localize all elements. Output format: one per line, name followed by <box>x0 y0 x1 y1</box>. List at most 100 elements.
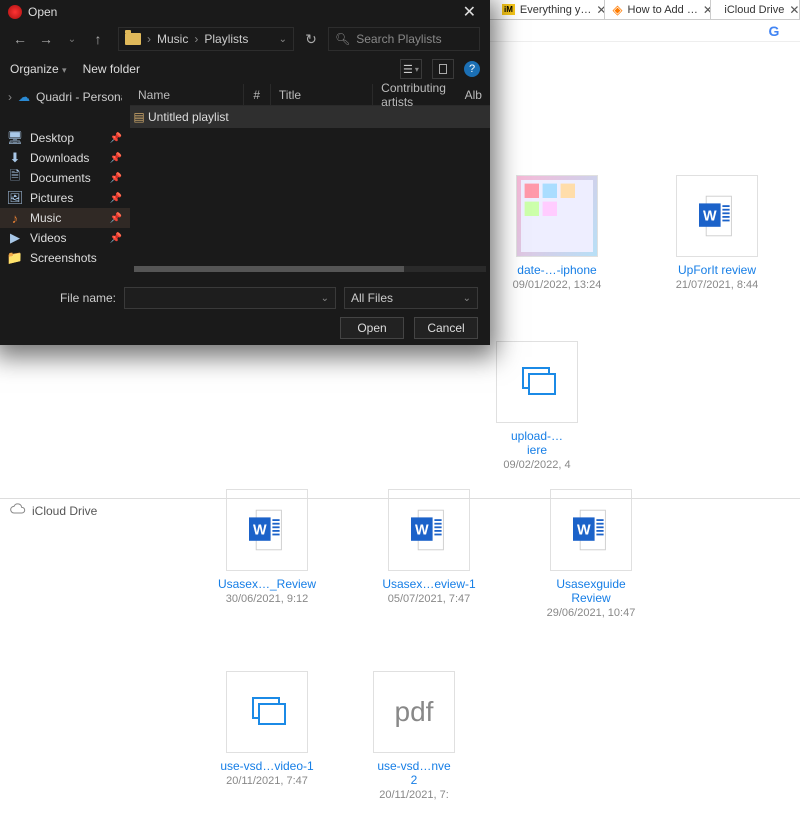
chevron-down-icon[interactable]: ⌄ <box>321 293 329 304</box>
forward-button[interactable]: → <box>36 29 56 49</box>
pin-icon: 📌 <box>110 213 122 224</box>
file-name-input[interactable]: ⌄ <box>124 287 336 309</box>
dialog-nav: ← → ⌄ ↑ › Music › Playlists ⌄ ↻ 🔍︎ Searc… <box>0 24 490 54</box>
crumb-playlists[interactable]: Playlists <box>204 32 248 46</box>
chevron-right-icon: › <box>147 32 151 46</box>
sidebar-item-documents[interactable]: 🗎Documents📌 <box>0 168 130 188</box>
sidebar-item-label: Music <box>30 211 61 225</box>
file-date: 09/02/2022, 4 <box>503 459 570 471</box>
tab-everything[interactable]: iM Everything y… ✕ <box>494 0 605 19</box>
file-card[interactable]: pdf use-vsd…nve 2 20/11/2021, 7: <box>374 671 454 801</box>
sidebar-item-label: Videos <box>30 231 66 245</box>
cloud-icon <box>10 503 26 518</box>
file-name-label: File name: <box>12 291 116 305</box>
close-icon[interactable]: ✕ <box>596 3 604 17</box>
back-button[interactable]: ← <box>10 29 30 49</box>
file-name: UpForIt review <box>678 263 756 277</box>
chevron-down-icon[interactable]: ⌄ <box>62 29 82 49</box>
col-artists[interactable]: Contributing artists <box>373 84 456 105</box>
list-item[interactable]: ▤ Untitled playlist <box>130 106 490 128</box>
file-name: Usasex…eview-1 <box>382 577 475 591</box>
desktop-icon: 🖥 <box>8 131 22 145</box>
sidebar-item-label: Desktop <box>30 131 74 145</box>
tab-iclouddrive[interactable]: iCloud Drive ✕ <box>711 0 800 19</box>
up-button[interactable]: ↑ <box>88 29 108 49</box>
horizontal-scrollbar[interactable] <box>130 266 490 274</box>
document-icon: 🗎 <box>8 171 22 185</box>
file-card[interactable]: W UpForIt review 21/07/2021, 8:44 <box>662 175 772 291</box>
file-date: 30/06/2021, 9:12 <box>226 593 309 605</box>
pin-icon: 📌 <box>110 233 122 244</box>
new-folder-button[interactable]: New folder <box>83 62 140 76</box>
file-date: 09/01/2022, 13:24 <box>513 279 602 291</box>
folder-icon: 📁 <box>8 251 22 265</box>
file-name: Usasex…_Review <box>218 577 316 591</box>
chevron-down-icon[interactable]: ⌄ <box>279 34 287 45</box>
file-name: date-…-iphone <box>517 263 596 277</box>
video-icon: ▶ <box>8 231 22 245</box>
chevron-down-icon[interactable]: ⌄ <box>463 293 471 304</box>
close-icon[interactable]: ✕ <box>457 2 482 22</box>
google-icon[interactable]: G <box>766 23 782 39</box>
pin-icon: 📌 <box>110 173 122 184</box>
list-header[interactable]: Name # Title Contributing artists Alb <box>130 84 490 106</box>
thumb-pdf-icon: pdf <box>373 671 455 753</box>
file-card[interactable]: upload-…iere 09/02/2022, 4 <box>502 341 572 471</box>
file-date: 21/07/2021, 8:44 <box>676 279 759 291</box>
sidebar-item-downloads[interactable]: ⬇Downloads📌 <box>0 148 130 168</box>
pin-icon: 📌 <box>110 133 122 144</box>
file-list[interactable]: Name # Title Contributing artists Alb ▤ … <box>130 84 490 281</box>
thumb-photos-icon <box>516 175 598 257</box>
close-icon[interactable]: ✕ <box>703 3 712 17</box>
crumb-music[interactable]: Music <box>157 32 188 46</box>
sidebar-item-desktop[interactable]: 🖥 Desktop 📌 <box>0 128 130 148</box>
nav-tree[interactable]: › ☁ Quadri - Persona 🖥 Desktop 📌 ⬇Download… <box>0 84 130 281</box>
col-num[interactable]: # <box>244 84 271 105</box>
search-icon: 🔍︎ <box>335 32 350 46</box>
file-date: 29/06/2021, 10:47 <box>547 607 636 619</box>
sidebar-item-music[interactable]: ♪ Music 📌 <box>0 208 130 228</box>
chevron-right-icon[interactable]: › <box>8 90 12 104</box>
folder-icon <box>125 33 141 45</box>
col-name[interactable]: Name <box>130 84 244 105</box>
file-date: 05/07/2021, 7:47 <box>388 593 471 605</box>
file-name: upload-…iere <box>502 429 572 457</box>
refresh-button[interactable]: ↻ <box>300 31 322 48</box>
sidebar-item-screenshots[interactable]: 📁 Screenshots <box>0 248 130 268</box>
file-name: use-vsd…nve 2 <box>374 759 454 787</box>
chevron-right-icon: › <box>194 32 198 46</box>
svg-text:W: W <box>415 523 429 539</box>
file-date: 20/11/2021, 7:47 <box>226 775 308 787</box>
open-button[interactable]: Open <box>340 317 404 339</box>
file-card[interactable]: date-…-iphone 09/01/2022, 13:24 <box>502 175 612 291</box>
breadcrumb[interactable]: › Music › Playlists ⌄ <box>118 27 294 51</box>
cancel-button[interactable]: Cancel <box>414 317 478 339</box>
file-name: Usasexguide Review <box>536 577 646 605</box>
tree-root[interactable]: › ☁ Quadri - Persona <box>0 84 130 110</box>
open-dialog: Open ✕ ← → ⌄ ↑ › Music › Playlists ⌄ ↻ 🔍… <box>0 0 490 345</box>
tab-howto[interactable]: ◈ How to Add … ✕ <box>605 0 712 19</box>
col-album[interactable]: Alb <box>457 84 490 105</box>
sidebar-item-videos[interactable]: ▶ Videos 📌 <box>0 228 130 248</box>
sidebar-item-label: Pictures <box>30 191 73 205</box>
col-title[interactable]: Title <box>271 84 373 105</box>
organize-menu[interactable]: Organize ▾ <box>10 62 67 76</box>
search-input[interactable]: 🔍︎ Search Playlists <box>328 27 480 51</box>
music-icon: ♪ <box>8 211 22 225</box>
pin-icon: 📌 <box>110 153 122 164</box>
chevron-down-icon: ▾ <box>62 65 67 75</box>
dialog-toolbar: Organize ▾ New folder ☰▾ ? <box>0 54 490 84</box>
file-card[interactable]: use-vsd…video-1 20/11/2021, 7:47 <box>212 671 322 801</box>
preview-pane-button[interactable] <box>432 59 454 79</box>
breadcrumb: iCloud Drive <box>0 498 800 522</box>
dialog-titlebar[interactable]: Open ✕ <box>0 0 490 24</box>
close-icon[interactable]: ✕ <box>789 3 799 17</box>
sidebar-item-pictures[interactable]: 🖼Pictures📌 <box>0 188 130 208</box>
help-icon[interactable]: ? <box>464 61 480 77</box>
file-filter-select[interactable]: All Files⌄ <box>344 287 478 309</box>
thumb-stack-icon <box>226 671 308 753</box>
wifi-icon: ◈ <box>613 2 623 18</box>
tab-label: iCloud Drive <box>724 4 784 16</box>
sidebar-item-label: Screenshots <box>30 251 97 265</box>
view-mode-button[interactable]: ☰▾ <box>400 59 422 79</box>
